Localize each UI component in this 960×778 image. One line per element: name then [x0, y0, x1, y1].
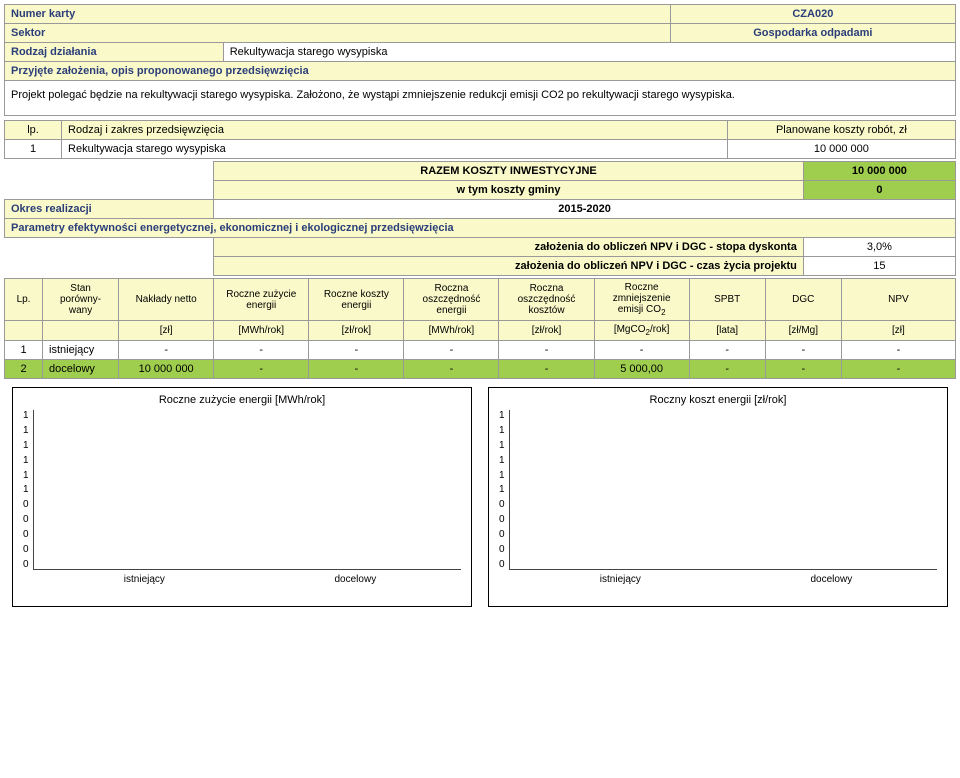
h-energy-cost: Roczne koszty energii [309, 279, 404, 321]
u-cost-save: [zł/rok] [499, 321, 594, 341]
lp-header: lp. [5, 121, 62, 140]
assumptions-label: Przyjęte założenia, opis proponowanego p… [5, 62, 956, 81]
sum-label: RAZEM KOSZTY INWESTYCYJNE [214, 162, 804, 181]
sum-value: 10 000 000 [803, 162, 955, 181]
scope-table: lp. Rodzaj i zakres przedsięwzięcia Plan… [4, 120, 956, 159]
h-co2: Roczne zmniejszenie emisji CO2 [594, 279, 689, 321]
period-value: 2015-2020 [214, 200, 956, 219]
h-cost-save: Roczna oszczędność kosztów [499, 279, 594, 321]
assump-disc-label: założenia do obliczeń NPV i DGC - stopa … [214, 238, 804, 257]
u-energy-cost: [zł/rok] [309, 321, 404, 341]
summary-table: RAZEM KOSZTY INWESTYCYJNE 10 000 000 w t… [4, 161, 956, 276]
charts-area: Roczne zużycie energii [MWh/rok] 1111110… [4, 379, 956, 615]
u-dgc: [zł/Mg] [765, 321, 841, 341]
data-table: Lp. Stan porówny-wany Nakłady netto Rocz… [4, 278, 956, 379]
sector-value: Gospodarka odpadami [670, 24, 955, 43]
chart-2-x-axis: istniejący docelowy [499, 574, 937, 585]
u-co2: [MgCO2/rok] [594, 321, 689, 341]
action-type-value: Rekultywacja starego wysypiska [223, 43, 955, 62]
h-energy-use: Roczne zużycie energii [214, 279, 309, 321]
u-outlay: [zł] [119, 321, 214, 341]
cost-header: Planowane koszty robót, zł [727, 121, 955, 140]
chart-1-x-axis: istniejący docelowy [23, 574, 461, 585]
params-label: Parametry efektywności energetycznej, ek… [5, 219, 956, 238]
scope-row-cost: 10 000 000 [727, 140, 955, 159]
u-npv: [zł] [841, 321, 955, 341]
chart-1-y-axis: 11111100000 [23, 410, 33, 570]
assump-life-label: założenia do obliczeń NPV i DGC - czas ż… [214, 257, 804, 276]
h-spbt: SPBT [689, 279, 765, 321]
h-state: Stan porówny-wany [43, 279, 119, 321]
action-type-label: Rodzaj działania [5, 43, 224, 62]
chart-energy-use: Roczne zużycie energii [MWh/rok] 1111110… [12, 387, 472, 607]
u-spbt: [lata] [689, 321, 765, 341]
assump-life-value: 15 [803, 257, 955, 276]
h-energy-save: Roczna oszczędność energii [404, 279, 499, 321]
assumptions-text: Projekt polegać będzie na rekultywacji s… [5, 81, 956, 116]
table-row: 2 docelowy 10 000 000 - - - - 5 000,00 -… [5, 360, 956, 379]
u-energy-use: [MWh/rok] [214, 321, 309, 341]
u-energy-save: [MWh/rok] [404, 321, 499, 341]
header-table: Numer karty CZA020 Sektor Gospodarka odp… [4, 4, 956, 116]
table-row: 1 istniejący - - - - - - - - - [5, 341, 956, 360]
chart-energy-cost: Roczny koszt energii [zł/rok] 1111110000… [488, 387, 948, 607]
period-label: Okres realizacji [5, 200, 214, 219]
card-number-value: CZA020 [670, 5, 955, 24]
h-dgc: DGC [765, 279, 841, 321]
scope-row-name: Rekultywacja starego wysypiska [62, 140, 728, 159]
h-npv: NPV [841, 279, 955, 321]
scope-header: Rodzaj i zakres przedsięwzięcia [62, 121, 728, 140]
h-outlay: Nakłady netto [119, 279, 214, 321]
scope-row-no: 1 [5, 140, 62, 159]
h-lp: Lp. [5, 279, 43, 321]
chart-title-1: Roczne zużycie energii [MWh/rok] [23, 394, 461, 406]
chart-title-2: Roczny koszt energii [zł/rok] [499, 394, 937, 406]
card-number-label: Numer karty [5, 5, 671, 24]
assump-disc-value: 3,0% [803, 238, 955, 257]
muni-label: w tym koszty gminy [214, 181, 804, 200]
chart-2-y-axis: 11111100000 [499, 410, 509, 570]
sector-label: Sektor [5, 24, 671, 43]
muni-value: 0 [803, 181, 955, 200]
